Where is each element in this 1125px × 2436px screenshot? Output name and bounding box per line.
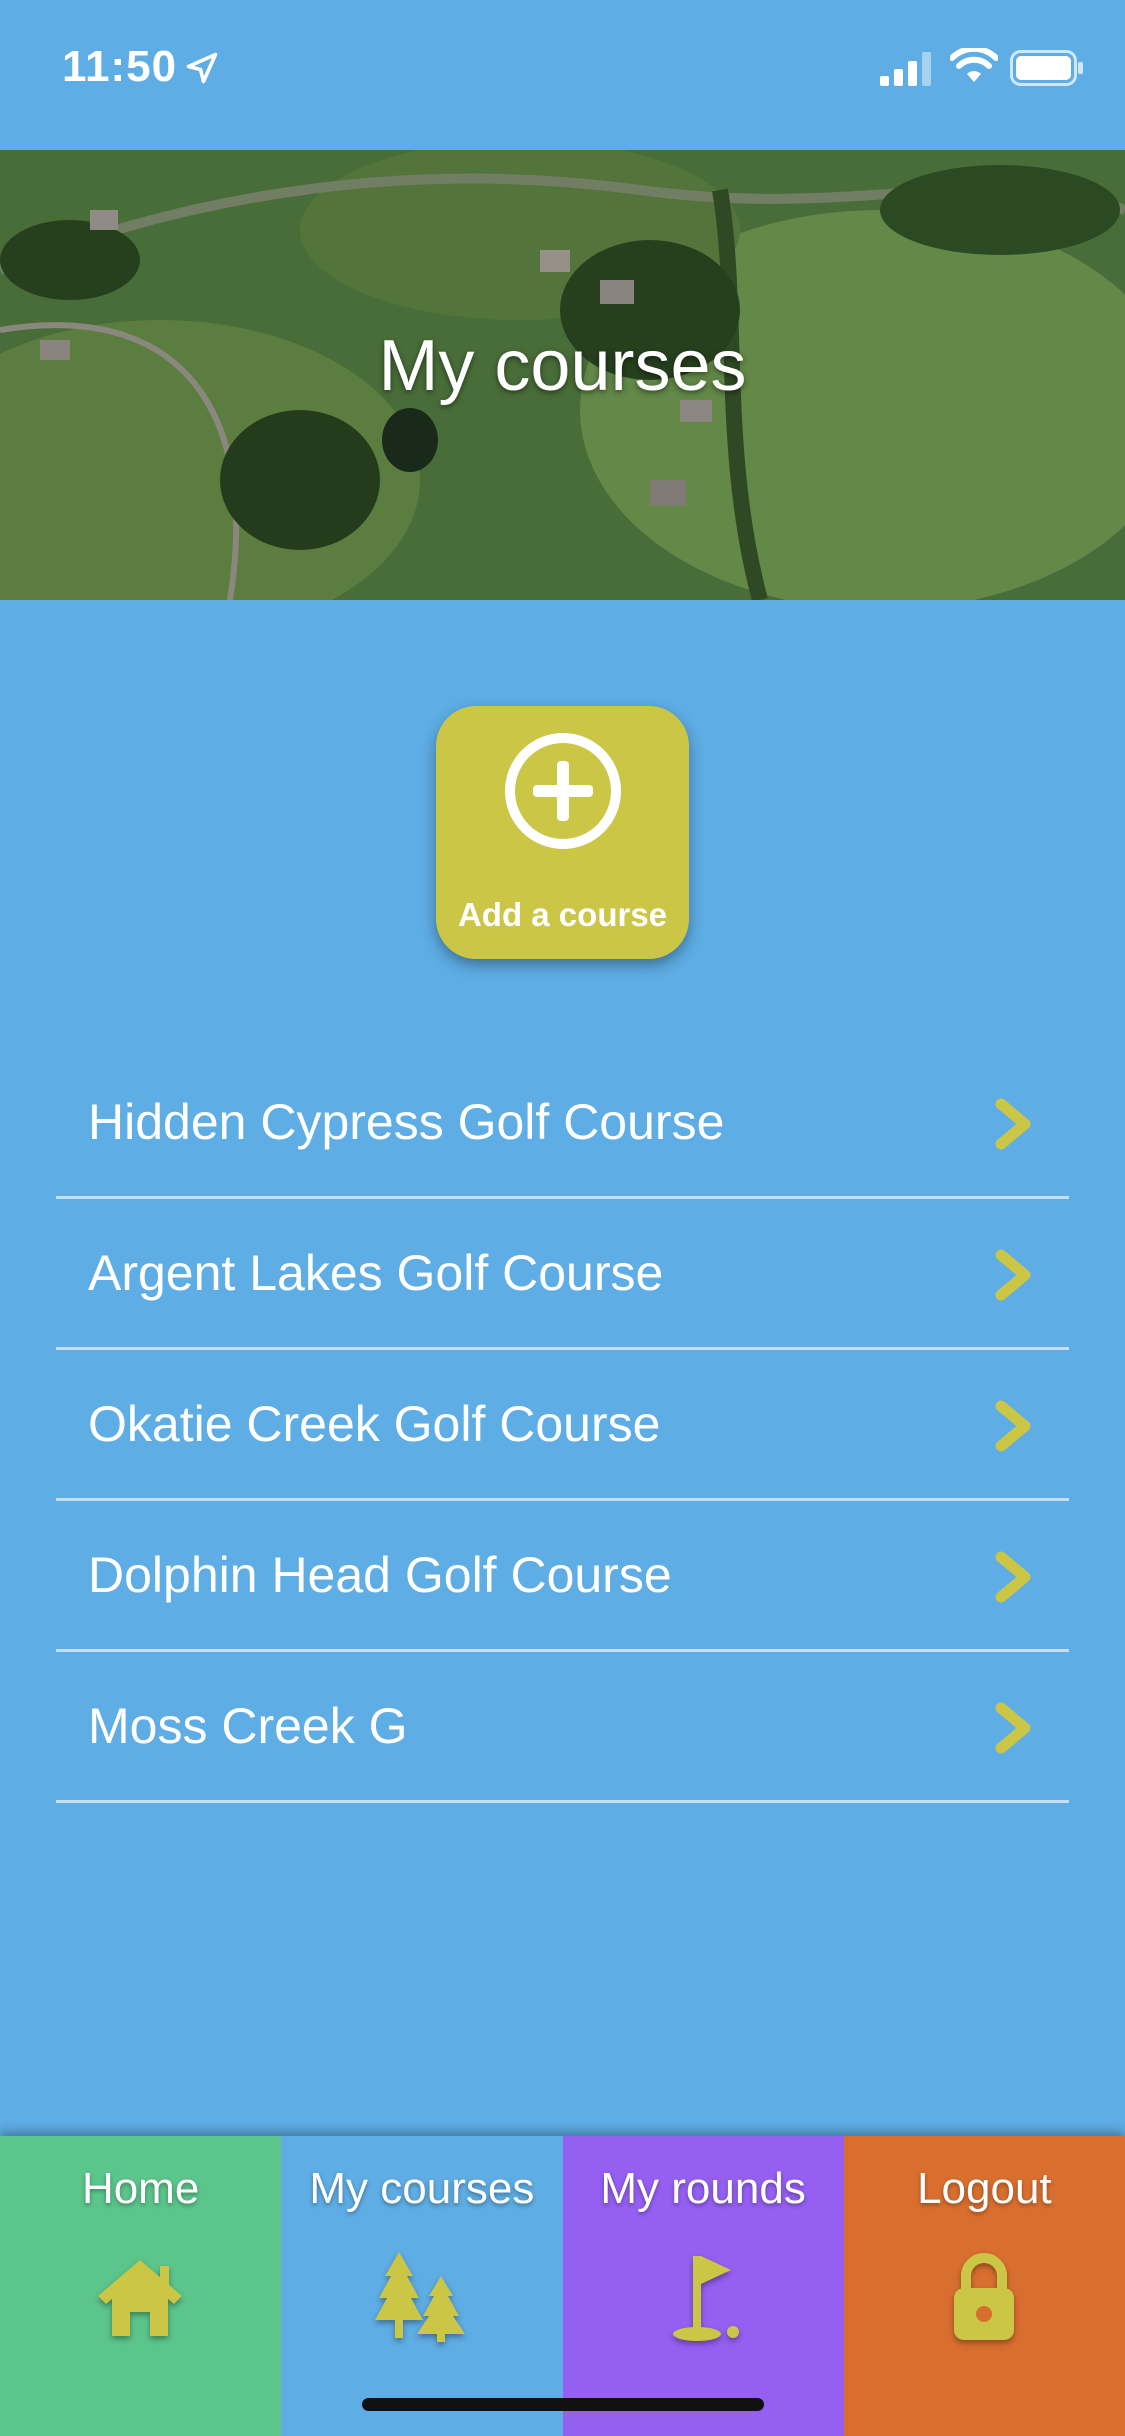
course-list: Hidden Cypress Golf Course Argent Lakes … [56,1048,1069,1803]
tab-logout-label: Logout [917,2164,1052,2213]
course-name: Moss Creek G [88,1698,408,1754]
course-name: Hidden Cypress Golf Course [88,1094,725,1150]
golf-flag-icon [672,2256,739,2341]
list-item[interactable]: Dolphin Head Golf Course [56,1501,1069,1652]
trees-icon [375,2252,466,2342]
hero-banner: My courses [0,150,1125,600]
tab-my-courses[interactable]: My courses [281,2136,563,2436]
chevron-right-icon [995,1249,1031,1301]
tab-home-label: Home [81,2164,200,2213]
list-item[interactable]: Hidden Cypress Golf Course [56,1048,1069,1199]
wifi-icon [950,48,998,82]
add-course-label: Add a course [457,896,668,933]
tab-my-courses-label: My courses [309,2164,535,2213]
battery-icon [1010,50,1083,86]
chevron-right-icon [995,1702,1031,1754]
home-indicator [362,2398,764,2411]
chevron-right-icon [995,1098,1031,1150]
house-icon [98,2260,182,2336]
add-course-button[interactable]: Add a course [436,706,689,959]
tab-home[interactable]: Home [0,2136,282,2436]
list-item[interactable]: Argent Lakes Golf Course [56,1199,1069,1350]
tab-my-rounds[interactable]: My rounds [562,2136,844,2436]
list-item[interactable]: Moss Creek G [56,1652,1069,1803]
tab-logout[interactable]: Logout [843,2136,1125,2436]
tab-my-rounds-label: My rounds [600,2164,806,2213]
tab-bar: Home My courses My rounds Logout [0,2136,1125,2436]
course-name: Argent Lakes Golf Course [88,1245,664,1301]
chevron-right-icon [995,1400,1031,1452]
chevron-right-icon [995,1551,1031,1603]
course-name: Dolphin Head Golf Course [88,1547,672,1603]
page-title: My courses [378,326,747,406]
list-item[interactable]: Okatie Creek Golf Course [56,1350,1069,1501]
status-bar: 11:50 [0,0,1125,150]
course-name: Okatie Creek Golf Course [88,1396,661,1452]
lock-icon [953,2253,1014,2340]
cellular-signal-icon [880,52,931,86]
plus-circle-icon [505,733,621,849]
location-arrow-icon [186,52,218,84]
status-time: 11:50 [62,42,178,91]
